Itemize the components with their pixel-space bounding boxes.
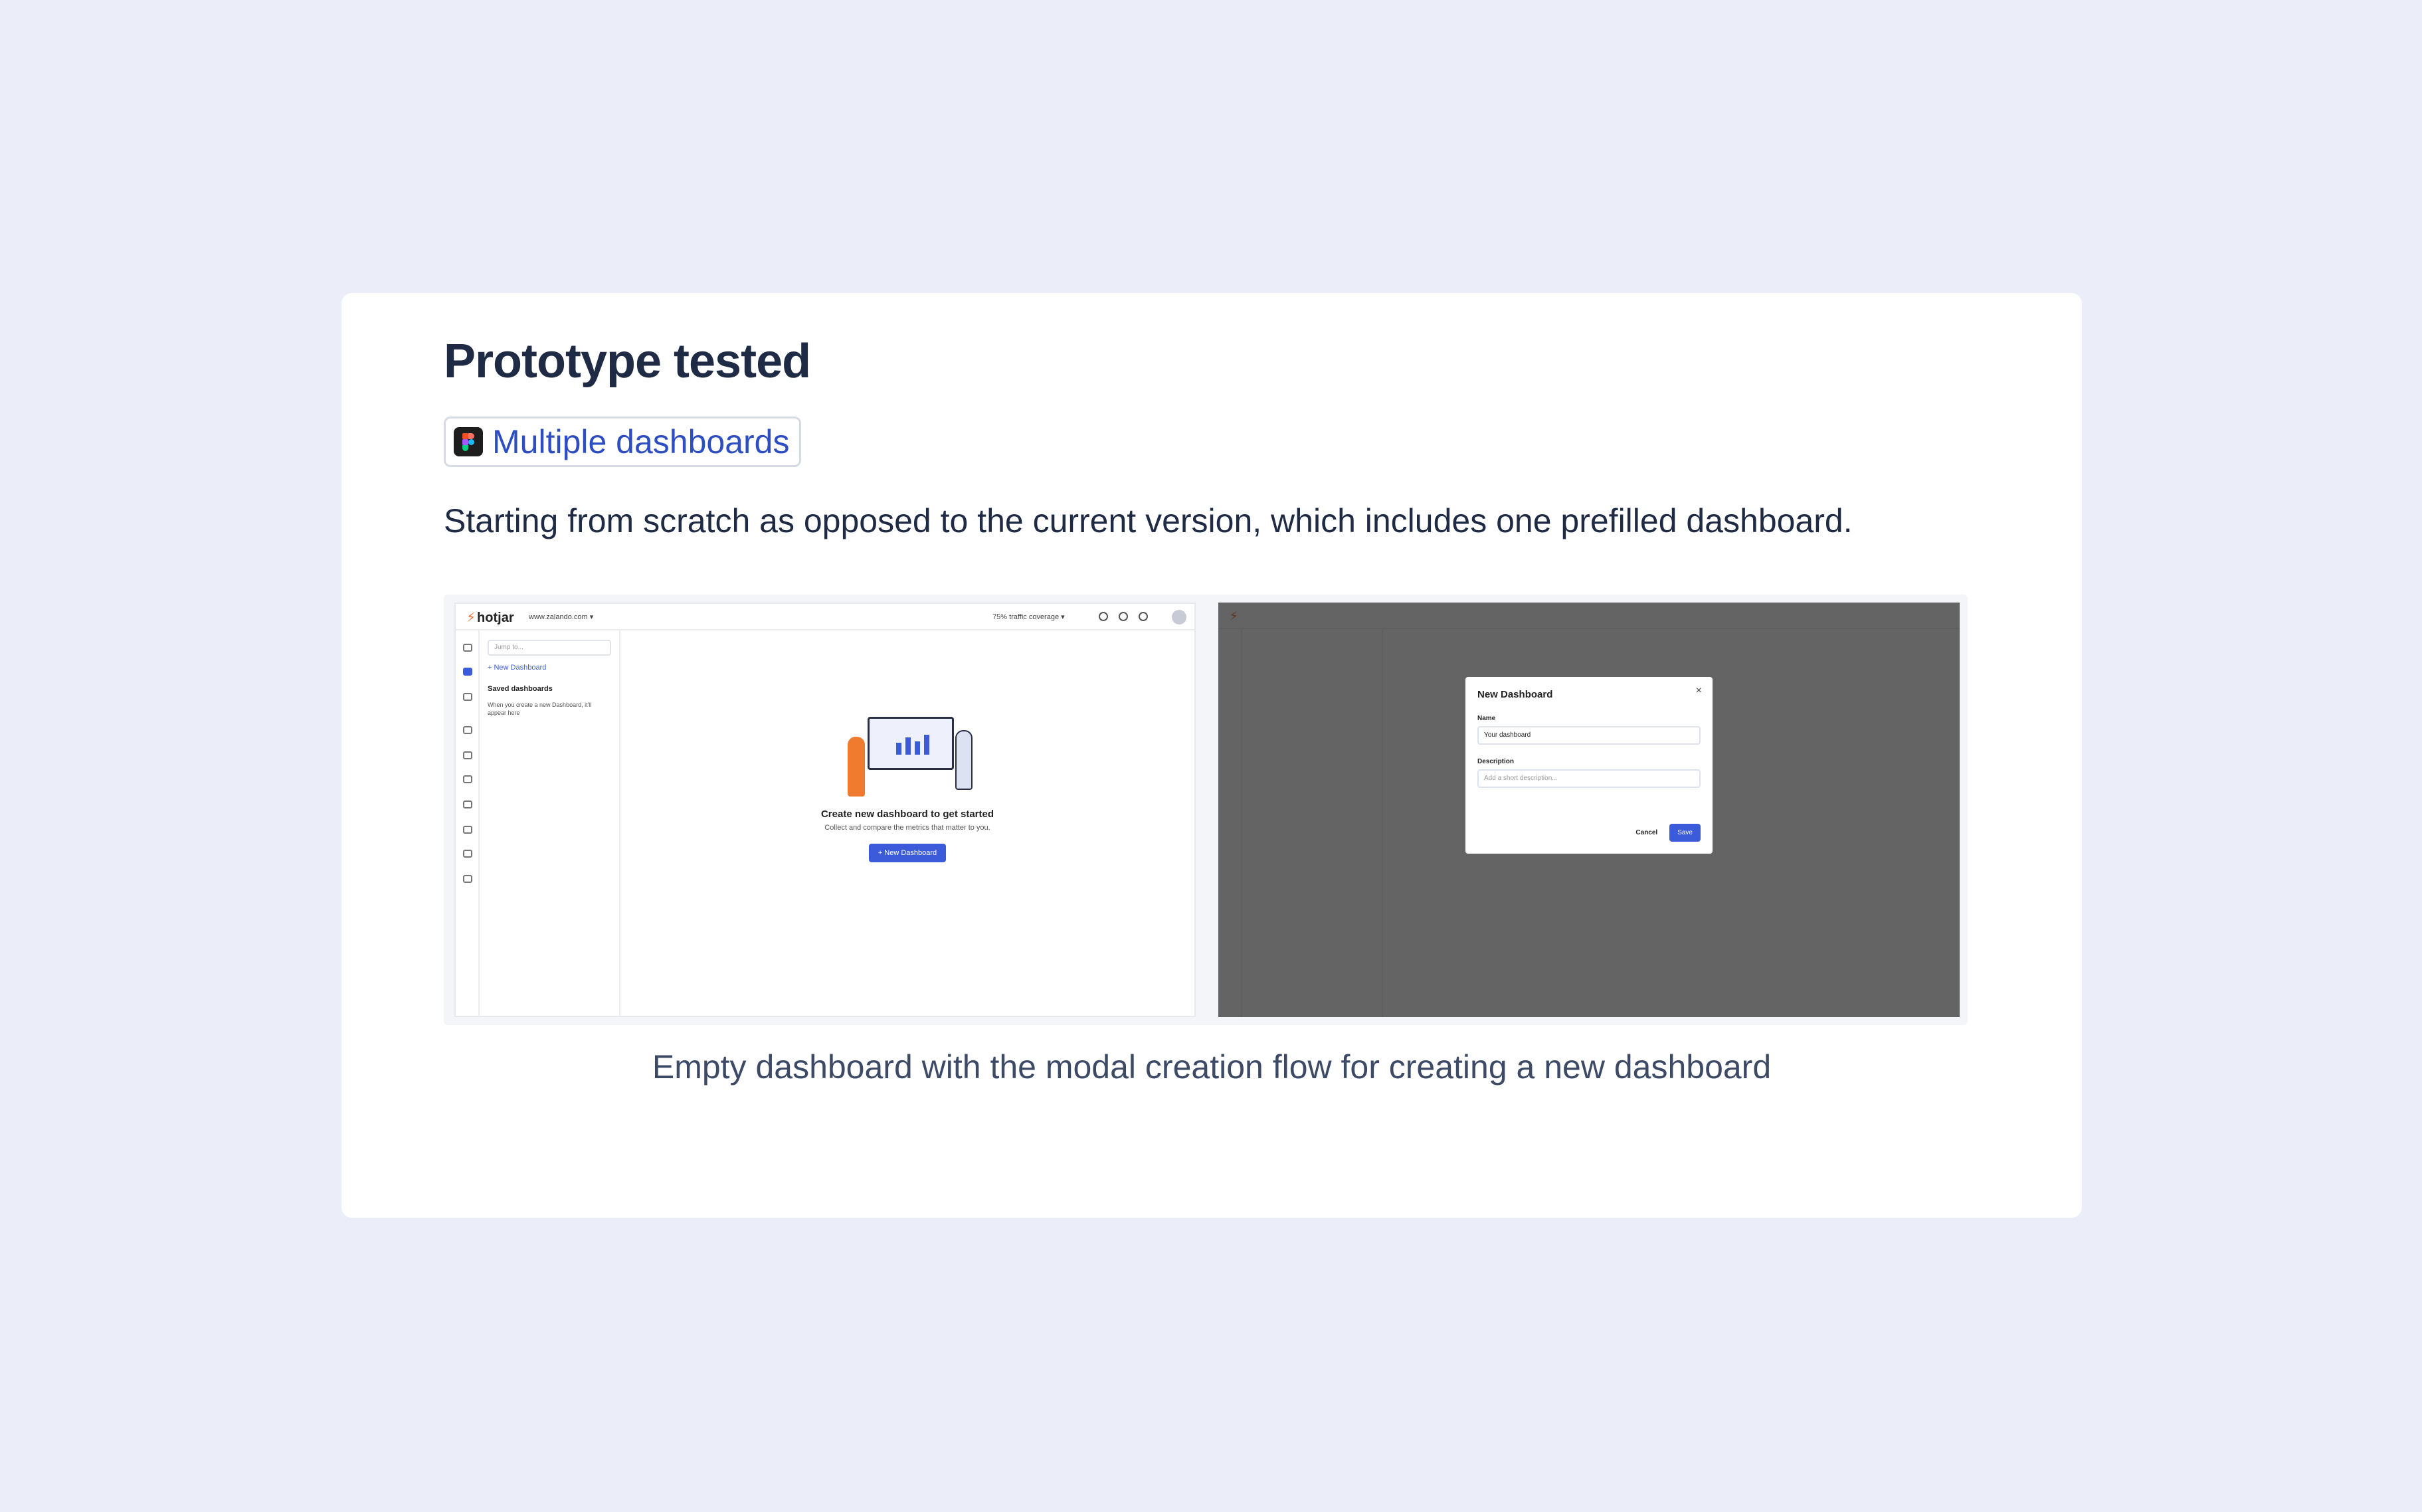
page-title: Prototype tested: [444, 335, 811, 388]
heatmap-icon: [463, 693, 472, 701]
name-label: Name: [1477, 715, 1496, 722]
home-icon: [463, 644, 472, 652]
save-button: Save: [1669, 824, 1701, 842]
close-icon: ×: [1695, 685, 1702, 696]
dashboard-icon: [463, 668, 472, 676]
bell-icon: [1119, 612, 1128, 621]
image-caption: Empty dashboard with the modal creation …: [652, 1048, 1772, 1086]
users-icon: [1099, 612, 1108, 621]
content-card: Prototype tested Multiple dashboards Sta…: [341, 293, 2082, 1218]
modal-screenshot[interactable]: ⚡ New Dashboard × Name Your dashboard De…: [1218, 603, 1960, 1017]
saved-dashboards-hint: When you create a new Dashboard, it'll a…: [488, 702, 592, 716]
flame-icon: ⚡: [466, 611, 476, 625]
person-figure-right: [955, 730, 973, 790]
hotjar-logo: ⚡ hotjar: [466, 609, 514, 626]
empty-state-title: Create new dashboard to get started: [820, 808, 994, 820]
app-topbar: ⚡ hotjar www.zalando.com ▾ 75% traffic co…: [456, 604, 1194, 630]
trends-icon: [463, 775, 472, 783]
side-panel: Jump to... + New Dashboard Saved dashboa…: [480, 630, 620, 1016]
interviews-icon: [463, 875, 472, 883]
new-dashboard-modal: New Dashboard × Name Your dashboard Desc…: [1465, 677, 1713, 854]
new-dashboard-link: + New Dashboard: [488, 664, 547, 672]
logo-text: hotjar: [477, 611, 514, 625]
chart-board-image: [868, 717, 954, 770]
cancel-button: Cancel: [1635, 829, 1658, 836]
name-field: Your dashboard: [1477, 726, 1701, 745]
site-selector: www.zalando.com ▾: [529, 613, 594, 621]
empty-state: Create new dashboard to get started Coll…: [620, 710, 1194, 862]
empty-dashboard-screenshot[interactable]: ⚡ hotjar www.zalando.com ▾ 75% traffic co…: [454, 603, 1196, 1017]
person-figure-left: [848, 737, 865, 797]
description-field: Add a short description...: [1477, 769, 1701, 788]
coverage-indicator: 75% traffic coverage ▾: [992, 613, 1065, 621]
modal-actions: Cancel Save: [1635, 824, 1701, 842]
engage-icon: [463, 801, 472, 808]
description-label: Description: [1477, 758, 1515, 765]
recordings-icon: [463, 726, 472, 734]
help-icon: [1139, 612, 1148, 621]
figma-link[interactable]: Multiple dashboards: [444, 417, 801, 467]
avatar: [1172, 610, 1186, 624]
empty-state-illustration: [841, 710, 974, 803]
empty-state-subtitle: Collect and compare the metrics that mat…: [824, 824, 990, 832]
saved-dashboards-heading: Saved dashboards: [488, 685, 553, 693]
icon-rail: [456, 630, 480, 1016]
feedback-icon: [463, 826, 472, 834]
description: Starting from scratch as opposed to the …: [444, 502, 1853, 539]
surveys-icon: [463, 850, 472, 858]
search-input: Jump to...: [488, 640, 611, 656]
funnels-icon: [463, 751, 472, 759]
modal-title: New Dashboard: [1477, 689, 1553, 700]
figma-link-label: Multiple dashboards: [492, 423, 790, 460]
new-dashboard-button: + New Dashboard: [868, 844, 947, 862]
screenshot-gallery: ⚡ hotjar www.zalando.com ▾ 75% traffic co…: [444, 595, 1968, 1025]
figma-icon: [454, 427, 483, 456]
